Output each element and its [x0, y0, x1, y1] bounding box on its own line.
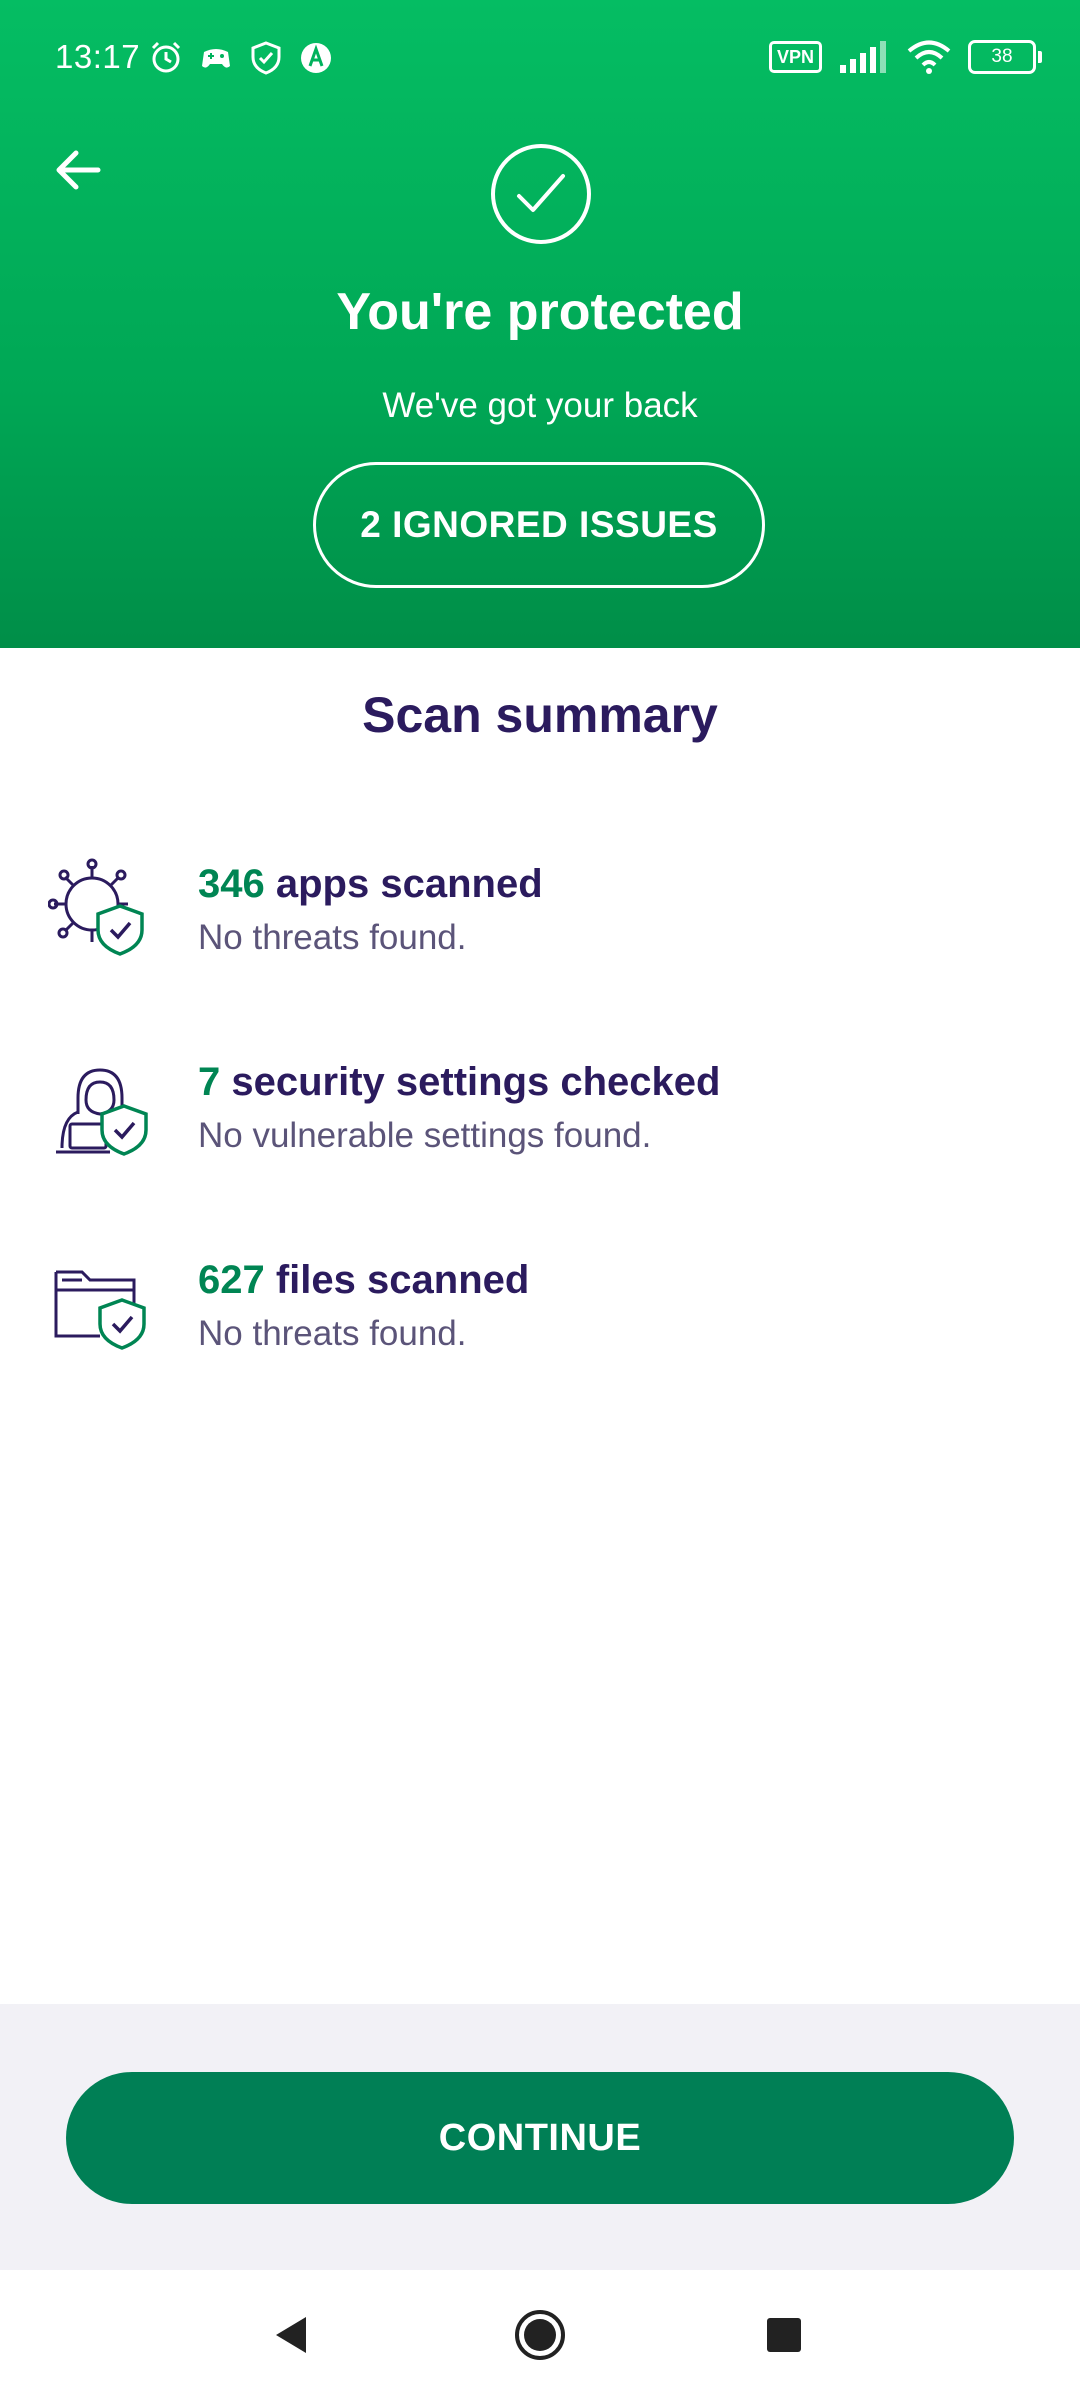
settings-checked-count: 7	[198, 1060, 221, 1104]
avast-icon	[301, 43, 331, 73]
scan-summary-title: Scan summary	[362, 687, 718, 743]
home-circle-icon[interactable]	[510, 2305, 570, 2365]
hacker-shield-icon	[56, 1068, 148, 1156]
continue-button[interactable]: CONTINUE	[66, 2072, 1014, 2204]
apps-scanned-detail: No threats found.	[198, 918, 467, 957]
hero-title: You're protected	[336, 283, 744, 341]
files-scanned-detail: No threats found.	[198, 1314, 467, 1353]
shield-check-icon	[251, 41, 281, 75]
virus-shield-icon	[48, 858, 144, 956]
apps-scanned-label: apps scanned	[264, 862, 543, 906]
status-time: 13:17	[55, 38, 141, 75]
game-controller-icon	[202, 49, 230, 68]
summary-item-settings: 7 security settings checked No vulnerabl…	[48, 1052, 1048, 1172]
system-nav-bar	[0, 2270, 1080, 2400]
footer-bar: CONTINUE	[0, 2004, 1080, 2270]
hero-banner: 13:17 VPN 38 You're protected We've got …	[0, 0, 1080, 648]
files-scanned-count: 627	[198, 1258, 265, 1302]
vpn-icon: VPN	[768, 41, 822, 73]
recents-square-icon[interactable]	[754, 2305, 814, 2365]
battery-icon: 38	[968, 40, 1042, 74]
protected-check-icon	[491, 144, 591, 244]
settings-checked-label: security settings checked	[220, 1060, 721, 1104]
apps-scanned-count: 346	[198, 862, 265, 906]
signal-icon	[840, 41, 886, 73]
folder-shield-icon	[54, 1270, 146, 1350]
ignored-issues-button[interactable]: 2 IGNORED ISSUES	[313, 462, 765, 588]
back-triangle-icon[interactable]	[262, 2305, 322, 2365]
files-scanned-label: files scanned	[264, 1258, 530, 1302]
summary-item-files: 627 files scanned No threats found.	[48, 1250, 1048, 1370]
back-arrow-icon[interactable]	[48, 140, 108, 200]
settings-checked-detail: No vulnerable settings found.	[198, 1116, 652, 1155]
summary-item-apps: 346 apps scanned No threats found.	[48, 854, 1048, 974]
wifi-icon	[907, 40, 951, 74]
alarm-icon	[151, 41, 181, 73]
hero-subtitle: We've got your back	[382, 386, 698, 425]
status-bar: 13:17 VPN 38	[0, 0, 1080, 120]
